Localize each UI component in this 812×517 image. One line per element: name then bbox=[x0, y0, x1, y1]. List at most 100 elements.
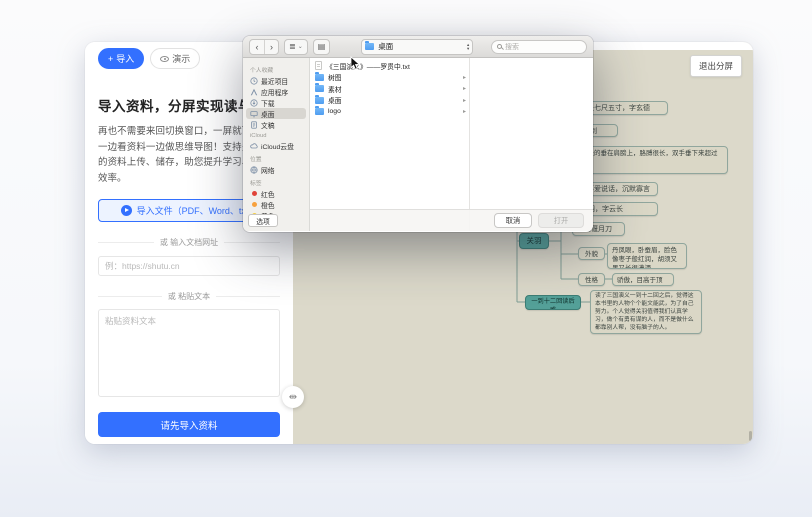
orange-tag-icon bbox=[251, 202, 257, 207]
paste-divider: 或 粘贴文本 bbox=[98, 291, 281, 302]
sidebar-item-label: 红色 bbox=[261, 191, 275, 199]
mindmap-node-label[interactable]: 性格 bbox=[578, 273, 605, 286]
eye-icon bbox=[160, 55, 170, 62]
canvas-scrollbar[interactable] bbox=[749, 431, 752, 441]
sidebar-item-downloads[interactable]: 下载 bbox=[246, 97, 306, 108]
mindmap-node-topic[interactable]: 关羽 bbox=[519, 233, 549, 249]
sidebar-item-recents[interactable]: 最近项目 bbox=[246, 75, 306, 86]
cancel-button[interactable]: 取消 bbox=[494, 213, 532, 228]
url-divider: 或 输入文档网址 bbox=[98, 237, 281, 248]
disclosure-icon: ▸ bbox=[462, 109, 466, 116]
file-name: 桌面 bbox=[328, 98, 342, 106]
sidebar-section-title: 个人收藏 bbox=[250, 68, 274, 74]
mindmap-node-label[interactable]: 外貌 bbox=[578, 247, 605, 260]
file-row[interactable]: 素材 ▸ bbox=[310, 83, 469, 95]
sidebar-item-network[interactable]: 网络 bbox=[246, 164, 306, 175]
file-row[interactable]: logo ▸ bbox=[310, 106, 469, 118]
import-button-label: 导入 bbox=[116, 54, 135, 64]
disclosure-icon: ▸ bbox=[462, 74, 466, 81]
paste-text-area[interactable] bbox=[98, 308, 280, 397]
location-name: 桌面 bbox=[378, 42, 394, 51]
document-url-input[interactable] bbox=[98, 255, 280, 276]
sidebar-section-title: 位置 bbox=[250, 157, 262, 163]
plus-icon: + bbox=[108, 53, 114, 64]
mouse-cursor bbox=[350, 56, 361, 70]
view-mode-button[interactable]: ≣ ⌄ bbox=[284, 38, 308, 55]
sidebar-item-tag-orange[interactable]: 橙色 bbox=[246, 199, 306, 210]
clock-icon bbox=[250, 76, 258, 85]
import-file-button-label: 导入文件（PDF、Word、txt） bbox=[136, 205, 258, 216]
forward-button[interactable]: › bbox=[264, 39, 278, 54]
import-button[interactable]: + 导入 bbox=[98, 48, 145, 69]
sidebar-item-documents[interactable]: 文稿 bbox=[246, 119, 306, 130]
folder-action-icon: ▤ bbox=[317, 42, 326, 51]
sidebar-section-title: iCloud bbox=[250, 133, 267, 139]
exit-split-button[interactable]: 退出分屏 bbox=[689, 55, 742, 77]
desktop-icon bbox=[250, 110, 258, 118]
text-file-icon bbox=[315, 61, 322, 71]
location-popup[interactable]: 桌面 ▴ ▾ bbox=[361, 38, 474, 55]
folder-icon bbox=[315, 71, 324, 81]
mindmap-node[interactable]: 读了三国演义一到十二回之后，觉得这本书里的人物个个能文能武，为了自己努力。个人觉… bbox=[590, 290, 702, 334]
sidebar-item-label: 应用程序 bbox=[261, 89, 289, 97]
preview-column bbox=[470, 58, 593, 231]
dialog-body: 个人收藏 最近项目 应用程序 下载 桌面 文稿 iCloud iCloud云盘 … bbox=[243, 58, 593, 231]
folder-icon bbox=[365, 41, 375, 50]
sidebar-section-title: 标签 bbox=[250, 181, 262, 187]
options-button[interactable]: 选项 bbox=[248, 214, 278, 227]
sidebar-item-label: 橙色 bbox=[261, 202, 275, 210]
upload-circle-icon bbox=[120, 204, 132, 216]
file-row[interactable]: 树图 ▸ bbox=[310, 71, 469, 84]
nav-segment: ‹ › bbox=[249, 38, 279, 55]
action-menu-button[interactable]: ▤ bbox=[312, 38, 331, 55]
submit-import-button[interactable]: 请先导入资料 bbox=[98, 412, 280, 437]
sidebar-item-label: 桌面 bbox=[261, 111, 275, 119]
cloud-icon bbox=[250, 142, 258, 150]
split-resize-handle[interactable]: ⇹ bbox=[282, 386, 304, 408]
mindmap-node-topic[interactable]: 一到十二回读后感 bbox=[525, 295, 581, 310]
sidebar-item-label: 文稿 bbox=[261, 122, 275, 130]
red-tag-icon bbox=[251, 191, 257, 196]
folder-icon bbox=[315, 106, 324, 116]
file-name: logo bbox=[328, 108, 341, 116]
globe-icon bbox=[250, 165, 258, 174]
search-placeholder: 搜索 bbox=[505, 43, 519, 51]
paste-divider-label: 或 粘贴文本 bbox=[167, 291, 211, 301]
sidebar-item-applications[interactable]: 应用程序 bbox=[246, 86, 306, 97]
dialog-toolbar: ‹ › ≣ ⌄ ▤ 桌面 ▴ ▾ 搜索 bbox=[243, 36, 593, 58]
applications-icon bbox=[250, 88, 258, 96]
folder-icon bbox=[315, 94, 324, 104]
demo-button-label: 演示 bbox=[172, 54, 191, 64]
document-icon bbox=[250, 120, 258, 129]
sidebar-item-icloud-drive[interactable]: iCloud云盘 bbox=[246, 140, 306, 151]
file-name: 素材 bbox=[328, 86, 342, 94]
file-list-column: 《三国演义》——罗贯中.txt 树图 ▸ 素材 ▸ 桌面 ▸ logo ▸ bbox=[310, 58, 470, 231]
stepper-icon: ▴ ▾ bbox=[467, 42, 470, 51]
list-view-icon: ≣ bbox=[289, 42, 296, 51]
sidebar-item-label: 下载 bbox=[261, 100, 275, 108]
disclosure-icon: ▸ bbox=[462, 97, 466, 104]
open-button[interactable]: 打开 bbox=[538, 213, 584, 228]
disclosure-icon: ▸ bbox=[462, 86, 466, 93]
chevron-down-icon: ⌄ bbox=[297, 44, 303, 50]
file-row[interactable]: 桌面 ▸ bbox=[310, 94, 469, 107]
sidebar-item-desktop[interactable]: 桌面 bbox=[246, 108, 306, 119]
folder-icon bbox=[315, 83, 324, 93]
url-divider-label: 或 输入文档网址 bbox=[159, 237, 219, 247]
dialog-footer: 取消 打开 bbox=[310, 209, 593, 231]
dialog-sidebar: 个人收藏 最近项目 应用程序 下载 桌面 文稿 iCloud iCloud云盘 … bbox=[243, 58, 310, 231]
mindmap-node[interactable]: 丹凤眼，卧蚕眉，脸色像枣子般红润，胡须又黑又长很潇洒 bbox=[607, 243, 687, 269]
sidebar-item-label: iCloud云盘 bbox=[261, 143, 294, 151]
search-field[interactable]: 搜索 bbox=[491, 39, 587, 54]
file-row[interactable]: 《三国演义》——罗贯中.txt bbox=[310, 60, 469, 72]
back-button[interactable]: ‹ bbox=[250, 40, 264, 54]
file-name: 树图 bbox=[328, 75, 342, 83]
sidebar-item-tag-red[interactable]: 红色 bbox=[246, 188, 306, 199]
file-name: 《三国演义》——罗贯中.txt bbox=[326, 63, 410, 71]
demo-button[interactable]: 演示 bbox=[150, 48, 201, 69]
sidebar-item-label: 网络 bbox=[261, 167, 275, 175]
resize-arrows-icon: ⇹ bbox=[288, 391, 298, 403]
search-icon bbox=[497, 44, 502, 49]
mindmap-node[interactable]: 骄傲，目高于顶 bbox=[612, 273, 674, 286]
sidebar-item-label: 最近项目 bbox=[261, 78, 289, 86]
